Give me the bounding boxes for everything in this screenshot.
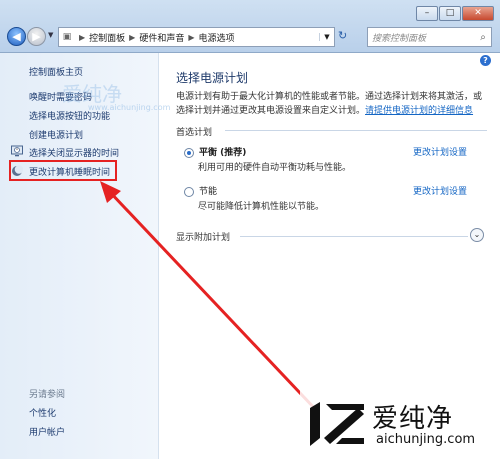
close-button[interactable]: ✕ <box>462 6 494 21</box>
page-title: 选择电源计划 <box>176 71 249 85</box>
description-line2: 选择计划并通过更改其电源设置来自定义计划。 <box>176 106 366 116</box>
forward-button[interactable]: ▶ <box>27 27 46 46</box>
plan-power-saver-name: 节能 <box>199 187 218 197</box>
plan-balanced-desc: 利用可用的硬件自动平衡功耗与性能。 <box>198 163 352 173</box>
sidebar-item-display-off[interactable]: 选择关闭显示器的时间 <box>29 146 119 159</box>
window-controls: – □ ✕ <box>416 6 494 21</box>
recent-pages-dropdown[interactable]: ▼ <box>48 31 53 39</box>
refresh-icon[interactable]: ↻ <box>338 29 347 42</box>
show-additional-plans-label: 显示附加计划 <box>176 233 231 243</box>
watermark-brand: 爱纯净 <box>372 404 454 434</box>
watermark-url: aichunjing.com <box>376 432 476 447</box>
sidebar-item-sleep-time[interactable]: 更改计算机睡眠时间 <box>29 165 110 178</box>
chevron-down-icon[interactable]: ⌄ <box>470 228 484 242</box>
plan-details-link[interactable]: 请提供电源计划的详细信息 <box>365 106 473 116</box>
see-also-user-accounts[interactable]: 用户帐户 <box>29 425 65 438</box>
address-bar[interactable]: ▣ ▶ 控制面板 ▶ 硬件和声音 ▶ 电源选项 ▼ <box>58 27 335 47</box>
breadcrumb-control-panel[interactable]: 控制面板 <box>89 31 125 44</box>
control-panel-icon: ▣ <box>62 32 72 42</box>
left-task-pane: 控制面板主页 唤醒时需要密码 选择电源按钮的功能 创建电源计划 选择关闭显示器的… <box>0 53 159 459</box>
chevron-right-icon: ▶ <box>129 32 136 42</box>
window-titlebar: – □ ✕ ◀ ▶ ▼ ▣ ▶ 控制面板 ▶ 硬件和声音 ▶ 电源选项 ▼ ↻ … <box>0 0 500 53</box>
chevron-right-icon: ▶ <box>79 32 86 42</box>
description-line1: 电源计划有助于最大化计算机的性能或者节能。通过选择计划来将其激活，或 <box>176 92 483 102</box>
sidebar-home-link[interactable]: 控制面板主页 <box>29 65 83 78</box>
see-also-personalization[interactable]: 个性化 <box>29 406 56 419</box>
minimize-button[interactable]: – <box>416 6 438 21</box>
see-also-heading: 另请参阅 <box>29 390 66 400</box>
back-button[interactable]: ◀ <box>7 27 26 46</box>
page-description: 电源计划有助于最大化计算机的性能或者节能。通过选择计划来将其激活，或 选择计划并… <box>176 90 486 118</box>
search-icon[interactable]: ⌕ <box>475 32 491 43</box>
additional-plans-divider <box>240 236 468 237</box>
plan-power-saver-desc: 尽可能降低计算机性能以节能。 <box>198 202 325 212</box>
search-box[interactable]: 搜索控制面板 ⌕ <box>367 27 492 47</box>
help-icon[interactable]: ? <box>480 55 491 66</box>
preferred-plans-label: 首选计划 <box>176 128 213 138</box>
address-dropdown-icon[interactable]: ▼ <box>319 33 334 41</box>
watermark-faint-url: www.aichunjing.com <box>88 103 171 112</box>
balanced-radio[interactable] <box>184 147 194 158</box>
chevron-right-icon: ▶ <box>188 32 195 42</box>
breadcrumb-hardware-sound[interactable]: 硬件和声音 <box>139 31 184 44</box>
balanced-change-settings-link[interactable]: 更改计划设置 <box>413 145 467 158</box>
search-input[interactable]: 搜索控制面板 <box>368 31 475 44</box>
plan-balanced[interactable]: 平衡 (推荐) <box>184 145 246 158</box>
section-divider <box>225 130 487 131</box>
breadcrumb-power-options[interactable]: 电源选项 <box>199 31 235 44</box>
power-saver-radio[interactable] <box>184 186 194 197</box>
monitor-clock-icon <box>11 145 23 157</box>
maximize-button[interactable]: □ <box>439 6 461 21</box>
moon-icon <box>12 165 23 176</box>
plan-power-saver[interactable]: 节能 <box>184 184 217 197</box>
watermark-logo-icon <box>310 402 364 446</box>
plan-balanced-name: 平衡 (推荐) <box>199 148 247 158</box>
sidebar-item-create-plan[interactable]: 创建电源计划 <box>29 128 83 141</box>
power-saver-change-settings-link[interactable]: 更改计划设置 <box>413 184 467 197</box>
